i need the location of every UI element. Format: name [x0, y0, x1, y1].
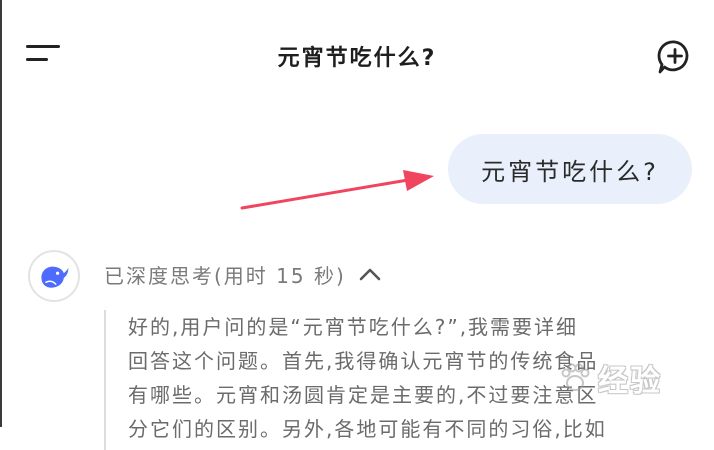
assistant-avatar	[28, 250, 80, 302]
paw-icon	[561, 363, 590, 391]
user-message-bubble[interactable]: 元宵节吃什么?	[448, 134, 692, 204]
thinking-line: 好的,用户问的是“元宵节吃什么?”,我需要详细	[128, 315, 579, 339]
user-message-text: 元宵节吃什么?	[481, 157, 659, 186]
deepseek-whale-icon	[41, 266, 69, 288]
top-bar: 元宵节吃什么?	[0, 0, 714, 110]
watermark-text: 经验	[598, 364, 662, 399]
chat-plus-icon[interactable]	[656, 38, 694, 76]
thinking-duration-label: 已深度思考(用时 15 秒)	[104, 263, 346, 288]
watermark: 经验	[558, 356, 662, 400]
thinking-toggle[interactable]: 已深度思考(用时 15 秒)	[104, 258, 382, 290]
chevron-up-icon	[359, 268, 381, 281]
conversation-title: 元宵节吃什么?	[277, 46, 437, 71]
thinking-line: 分它们的区别。另外,各地可能有不同的习俗,比如	[128, 417, 607, 441]
